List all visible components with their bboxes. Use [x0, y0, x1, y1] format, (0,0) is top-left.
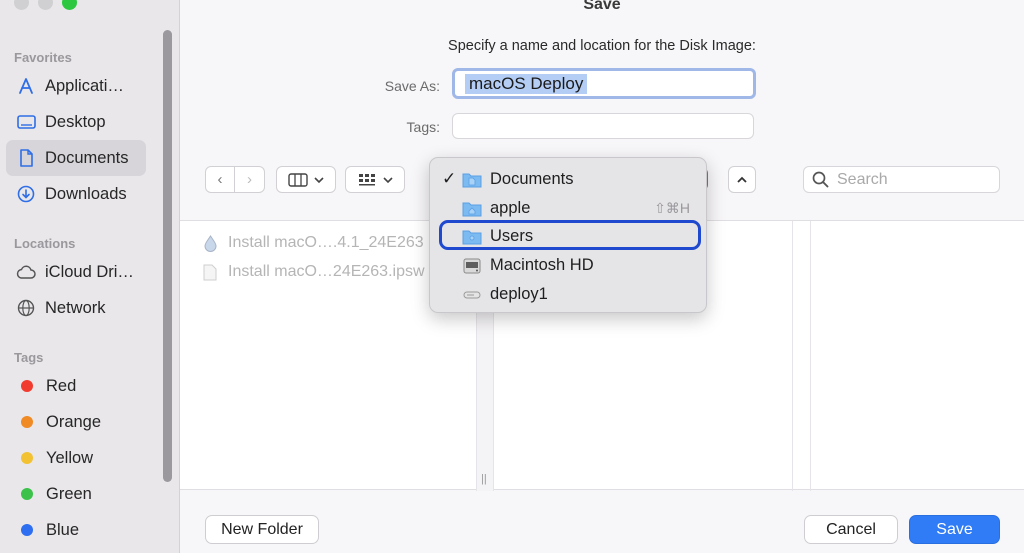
- dialog-prompt: Specify a name and location for the Disk…: [448, 38, 756, 54]
- close-window-button[interactable]: [14, 0, 29, 10]
- sidebar-item-label: iCloud Dri…: [45, 262, 134, 281]
- minimize-window-button[interactable]: [38, 0, 53, 10]
- sidebar-tag-red[interactable]: Red: [6, 368, 146, 404]
- downloads-icon: [16, 184, 36, 204]
- hard-drive-icon: [463, 258, 481, 273]
- menu-item-deploy1[interactable]: deploy1: [430, 280, 706, 308]
- column-divider: [810, 221, 811, 491]
- sidebar-item-applications[interactable]: Applicati…: [6, 68, 146, 104]
- title-bar: Save: [180, 0, 1024, 28]
- file-name: Install macO…24E263.ipsw: [228, 263, 425, 280]
- sidebar-tag-blue[interactable]: Blue: [6, 512, 146, 548]
- search-field[interactable]: Search: [803, 166, 1000, 193]
- sidebar-item-label: Red: [46, 376, 77, 395]
- save-as-label: Save As:: [384, 78, 440, 94]
- file-name: Install macO….4.1_24E263: [228, 234, 424, 251]
- sidebar: Favorites Applicati… Desktop Documents D…: [0, 0, 180, 553]
- back-forward-control: ‹ ›: [205, 166, 265, 193]
- chevron-down-icon: [314, 176, 324, 183]
- file-icon: [202, 263, 218, 281]
- sidebar-item-downloads[interactable]: Downloads: [6, 176, 146, 212]
- menu-item-documents[interactable]: ✓ Documents: [430, 165, 706, 193]
- window-controls: [14, 0, 77, 10]
- favorites-heading: Favorites: [14, 50, 72, 65]
- tags-heading: Tags: [14, 350, 44, 365]
- sidebar-tag-orange[interactable]: Orange: [6, 404, 146, 440]
- back-button[interactable]: ‹: [205, 166, 235, 193]
- sidebar-item-label: Applicati…: [45, 76, 124, 95]
- expand-collapse-button[interactable]: [728, 166, 756, 193]
- keyboard-shortcut: ⇧⌘H: [654, 199, 690, 216]
- menu-item-label: deploy1: [490, 284, 548, 303]
- green-tag-dot-icon: [21, 488, 33, 500]
- columns-icon: [288, 172, 308, 187]
- sidebar-item-label: Yellow: [46, 448, 94, 467]
- sidebar-item-label: Documents: [45, 148, 129, 167]
- file-row[interactable]: Install macO….4.1_24E263: [202, 234, 424, 252]
- cloud-icon: [16, 262, 36, 282]
- menu-item-macintosh-hd[interactable]: Macintosh HD: [430, 251, 706, 279]
- search-icon: [812, 171, 829, 188]
- sidebar-item-desktop[interactable]: Desktop: [6, 104, 146, 140]
- chevron-right-icon: ›: [247, 171, 252, 188]
- save-as-value: macOS Deploy: [465, 73, 588, 94]
- installer-icon: [202, 234, 218, 252]
- column-view-button[interactable]: [276, 166, 336, 193]
- sidebar-item-icloud-drive[interactable]: iCloud Dri…: [6, 254, 146, 290]
- forward-button[interactable]: ›: [235, 166, 265, 193]
- blue-tag-dot-icon: [21, 524, 33, 536]
- checkmark-icon: ✓: [442, 169, 457, 188]
- network-globe-icon: [16, 298, 36, 318]
- save-button[interactable]: Save: [909, 515, 1000, 544]
- sidebar-item-documents[interactable]: Documents: [6, 140, 146, 176]
- menu-item-apple[interactable]: apple ⇧⌘H: [430, 194, 706, 222]
- sidebar-item-label: Downloads: [45, 184, 127, 203]
- locations-heading: Locations: [14, 236, 76, 251]
- desktop-icon: [16, 112, 36, 132]
- search-placeholder: Search: [837, 170, 888, 188]
- users-highlight-ring: [439, 220, 701, 250]
- chevron-up-icon: [737, 176, 747, 183]
- tags-input[interactable]: [452, 113, 754, 139]
- grid-icon: [359, 173, 375, 185]
- sidebar-item-network[interactable]: Network: [6, 290, 146, 326]
- home-folder-icon: [462, 202, 482, 216]
- sidebar-item-label: Desktop: [45, 112, 106, 131]
- sidebar-tag-green[interactable]: Green: [6, 476, 146, 512]
- sidebar-item-label: Blue: [46, 520, 80, 539]
- column-divider: [792, 221, 793, 491]
- chevron-left-icon: ‹: [217, 171, 223, 188]
- external-drive-icon: [463, 291, 481, 298]
- chevron-down-icon: [383, 176, 393, 183]
- sidebar-item-label: Green: [46, 484, 92, 503]
- sidebar-item-label: Orange: [46, 412, 102, 431]
- file-row[interactable]: Install macO…24E263.ipsw: [202, 263, 425, 281]
- menu-item-label: apple: [490, 198, 531, 217]
- sidebar-item-label: Network: [45, 298, 106, 317]
- orange-tag-dot-icon: [21, 416, 33, 428]
- document-icon: [16, 148, 36, 168]
- yellow-tag-dot-icon: [21, 452, 33, 464]
- tags-label: Tags:: [406, 119, 440, 135]
- grip-icon: ||: [481, 473, 487, 485]
- sidebar-tag-yellow[interactable]: Yellow: [6, 440, 146, 476]
- red-tag-dot-icon: [21, 380, 33, 392]
- group-view-button[interactable]: [345, 166, 405, 193]
- save-as-input[interactable]: macOS Deploy: [452, 68, 756, 99]
- zoom-window-button[interactable]: [62, 0, 77, 10]
- menu-item-label: Macintosh HD: [490, 255, 594, 274]
- window-title: Save: [583, 0, 621, 13]
- new-folder-button[interactable]: New Folder: [205, 515, 319, 544]
- cancel-button[interactable]: Cancel: [804, 515, 898, 544]
- documents-folder-icon: [462, 173, 482, 187]
- applications-icon: [16, 76, 36, 96]
- sidebar-scrollbar[interactable]: [163, 30, 172, 482]
- menu-item-label: Documents: [490, 169, 574, 188]
